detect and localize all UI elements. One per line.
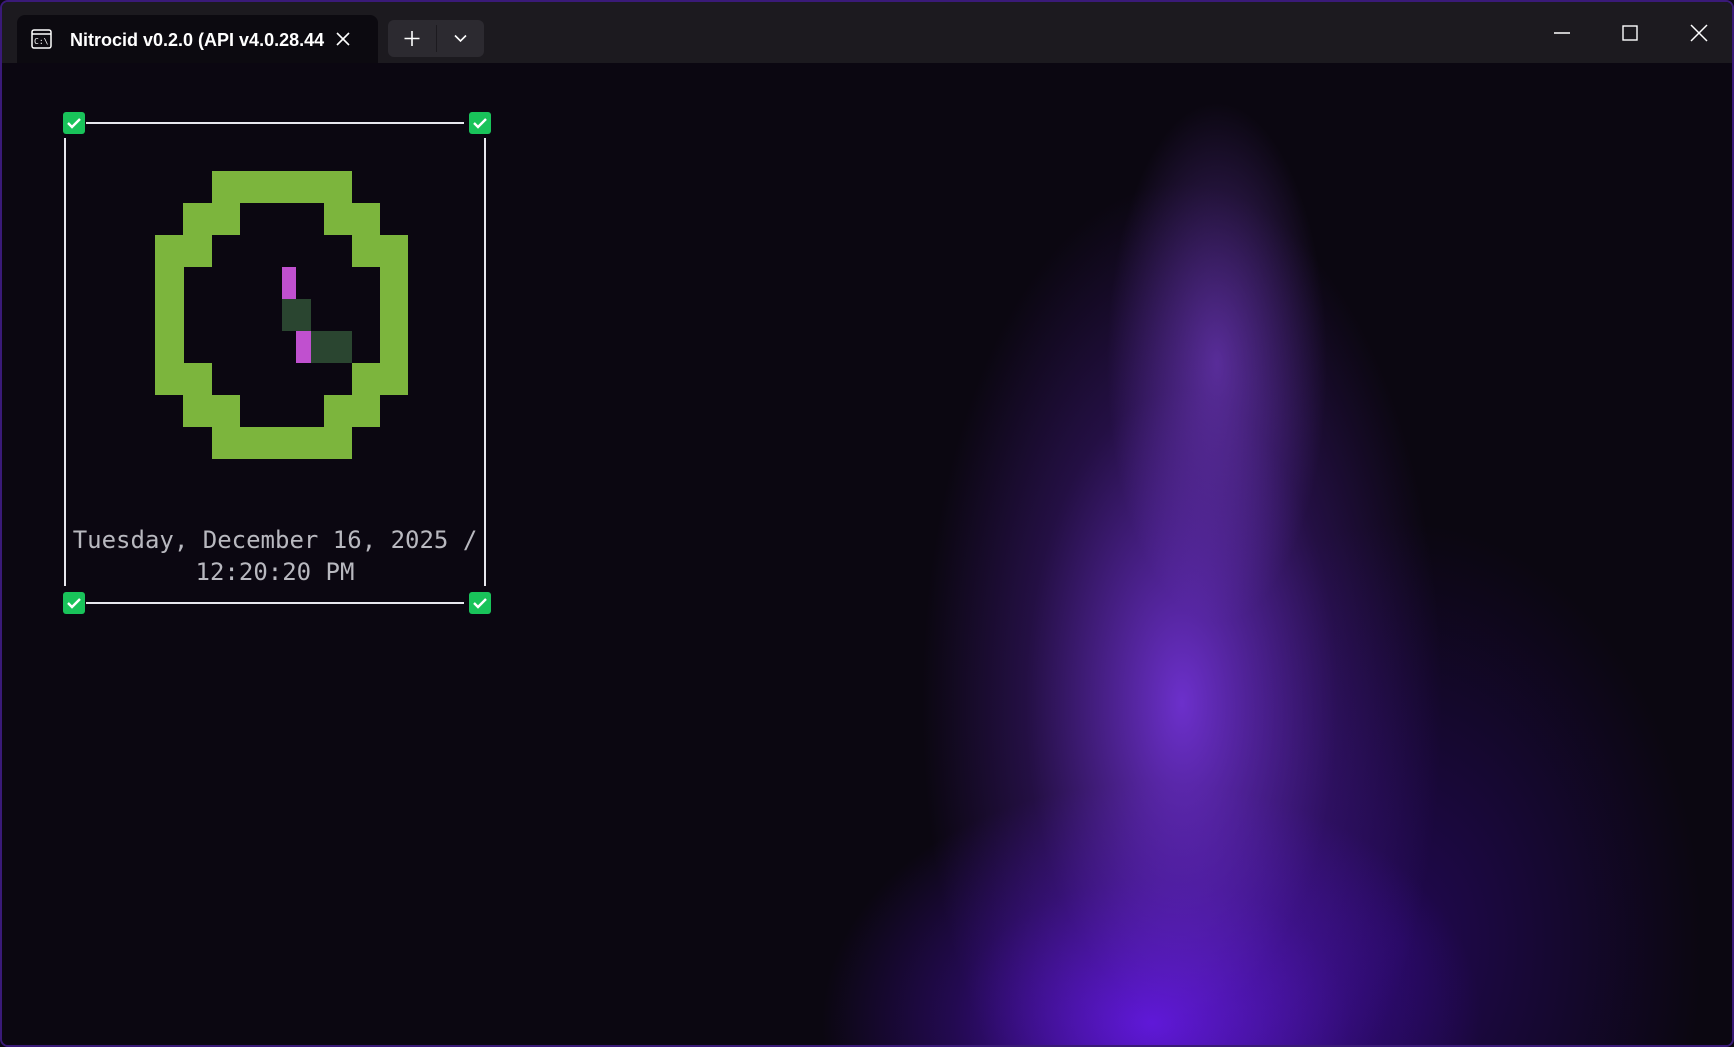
close-window-button[interactable] bbox=[1679, 14, 1719, 52]
tab-close-button[interactable] bbox=[333, 29, 353, 49]
check-icon bbox=[473, 118, 487, 129]
clock-hands bbox=[282, 267, 352, 363]
date-line: Tuesday, December 16, 2025 / bbox=[72, 526, 478, 554]
clock-ring bbox=[155, 171, 408, 459]
minimize-icon bbox=[1554, 32, 1570, 34]
frame-left bbox=[64, 138, 66, 586]
frame-right bbox=[484, 138, 486, 586]
check-icon bbox=[67, 598, 81, 609]
tab-nitrocid[interactable]: C:\ Nitrocid v0.2.0 (API v4.0.28.44 bbox=[17, 15, 378, 63]
tab-title: Nitrocid v0.2.0 (API v4.0.28.44 bbox=[70, 30, 325, 50]
terminal-icon: C:\ bbox=[31, 29, 52, 49]
corner-marker-top-right bbox=[469, 112, 491, 134]
frame-top bbox=[86, 122, 464, 124]
minimize-button[interactable] bbox=[1542, 14, 1582, 52]
clock-icon bbox=[155, 171, 408, 459]
frame-bottom bbox=[86, 602, 464, 604]
chevron-down-icon bbox=[454, 34, 467, 43]
tab-dropdown-button[interactable] bbox=[437, 20, 484, 57]
check-icon bbox=[67, 118, 81, 129]
new-tab-button[interactable] bbox=[388, 20, 436, 57]
new-tab-group bbox=[388, 20, 484, 57]
close-icon bbox=[336, 32, 350, 46]
time-line: 12:20:20 PM bbox=[195, 558, 355, 586]
corner-marker-bottom-left bbox=[63, 592, 85, 614]
plus-icon bbox=[404, 31, 420, 46]
title-bar: C:\ Nitrocid v0.2.0 (API v4.0.28.44 bbox=[2, 2, 1732, 63]
maximize-icon bbox=[1622, 25, 1638, 41]
corner-marker-bottom-right bbox=[469, 592, 491, 614]
svg-text:C:\: C:\ bbox=[34, 37, 49, 46]
check-icon bbox=[473, 598, 487, 609]
close-icon bbox=[1690, 24, 1708, 42]
terminal-window: C:\ Nitrocid v0.2.0 (API v4.0.28.44 Tues… bbox=[0, 0, 1734, 1047]
maximize-button[interactable] bbox=[1610, 14, 1650, 52]
corner-marker-top-left bbox=[63, 112, 85, 134]
datetime-text: Tuesday, December 16, 2025 / 12:20:20 PM bbox=[64, 524, 486, 588]
